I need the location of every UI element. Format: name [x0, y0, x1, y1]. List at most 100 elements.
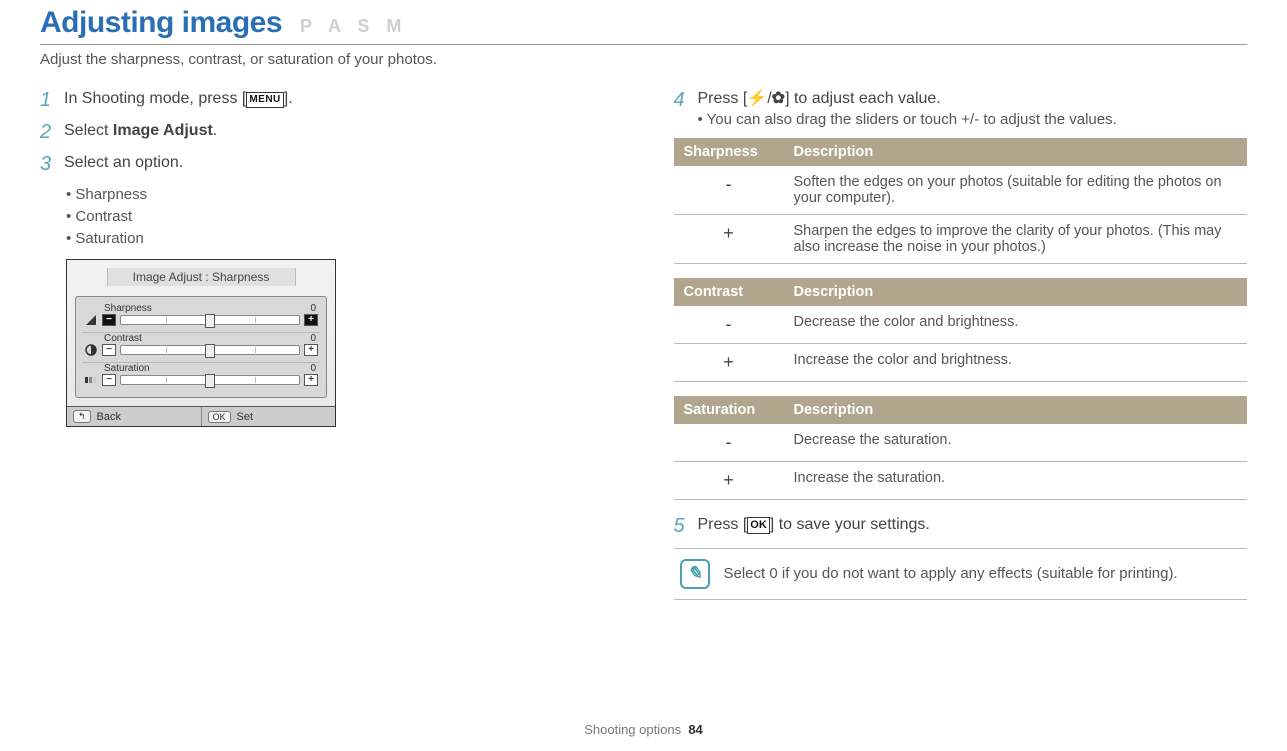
list-item: Saturation: [66, 228, 614, 250]
set-label: Set: [237, 411, 254, 423]
desc-cell: Increase the color and brightness.: [784, 343, 1248, 381]
step-text: Select an option.: [64, 152, 183, 174]
symbol-cell: +: [674, 214, 784, 263]
step-text: Press [⚡/✿] to adjust each value. You ca…: [698, 88, 1117, 130]
right-column: 4 Press [⚡/✿] to adjust each value. You …: [674, 88, 1248, 600]
table-row: +Increase the color and brightness.: [674, 343, 1248, 381]
slider-row-saturation: Saturation 0 − +: [82, 363, 320, 393]
ok-key-icon: OK: [208, 411, 231, 423]
minus-button[interactable]: −: [102, 374, 116, 386]
slider-row-sharpness: Sharpness 0 − +: [82, 303, 320, 333]
left-column: 1 In Shooting mode, press [MENU]. 2 Sele…: [40, 88, 614, 600]
set-button[interactable]: OK Set: [202, 407, 336, 426]
sharpness-table: SharpnessDescription -Soften the edges o…: [674, 138, 1248, 264]
step-number: 2: [40, 120, 54, 144]
slider-label: Sharpness: [104, 303, 152, 314]
note-icon: ✎: [680, 559, 710, 589]
back-key-icon: ↰: [73, 410, 91, 423]
menu-icon: MENU: [246, 92, 283, 108]
minus-button[interactable]: −: [102, 314, 116, 326]
saturation-table: SaturationDescription -Decrease the satu…: [674, 396, 1248, 500]
desc-cell: Decrease the color and brightness.: [784, 306, 1248, 344]
step2-pre: Select: [64, 122, 113, 139]
step-text: Press [OK] to save your settings.: [698, 514, 930, 536]
step-number: 5: [674, 514, 688, 538]
desc-cell: Increase the saturation.: [784, 461, 1248, 499]
table-header: Saturation: [674, 396, 784, 424]
note-box: ✎ Select 0 if you do not want to apply a…: [674, 548, 1248, 600]
camera-screen-preview: Image Adjust : Sharpness Sharpness 0 − +: [66, 259, 336, 427]
step1-post: ].: [284, 90, 293, 107]
step5-pre: Press [: [698, 516, 748, 533]
saturation-icon: [84, 373, 98, 387]
flash-icon: ⚡: [747, 90, 767, 107]
slider-track[interactable]: [120, 375, 300, 385]
slider-value: 0: [310, 363, 316, 374]
table-header: Description: [784, 396, 1248, 424]
step-number: 3: [40, 152, 54, 176]
slider-handle[interactable]: [205, 314, 215, 328]
table-header: Contrast: [674, 278, 784, 306]
desc-cell: Soften the edges on your photos (suitabl…: [784, 166, 1248, 215]
footer-section: Shooting options: [584, 722, 681, 737]
table-row: -Decrease the saturation.: [674, 424, 1248, 462]
back-button[interactable]: ↰ Back: [67, 407, 202, 426]
panel-footer: ↰ Back OK Set: [67, 406, 335, 426]
slider-handle[interactable]: [205, 374, 215, 388]
step4-pre: Press [: [698, 90, 748, 107]
slider-value: 0: [310, 303, 316, 314]
step4-post: ] to adjust each value.: [785, 90, 941, 107]
minus-button[interactable]: −: [102, 344, 116, 356]
step-number: 4: [674, 88, 688, 112]
timer-icon: ✿: [772, 90, 785, 107]
option-list: Sharpness Contrast Saturation: [66, 184, 614, 249]
ok-icon: OK: [747, 517, 770, 534]
page-number: 84: [688, 722, 702, 737]
slider-group: Sharpness 0 − + Contrast 0: [75, 296, 327, 398]
contrast-icon: [84, 343, 98, 357]
table-header: Description: [784, 138, 1248, 166]
symbol-cell: +: [674, 343, 784, 381]
desc-cell: Decrease the saturation.: [784, 424, 1248, 462]
plus-button[interactable]: +: [304, 344, 318, 356]
list-item: Contrast: [66, 206, 614, 228]
step2-post: .: [213, 122, 217, 139]
slider-label: Saturation: [104, 363, 150, 374]
step-number: 1: [40, 88, 54, 112]
plus-button[interactable]: +: [304, 374, 318, 386]
slider-value: 0: [310, 333, 316, 344]
list-item: Sharpness: [66, 184, 614, 206]
step-text: Select Image Adjust.: [64, 120, 217, 142]
table-row: +Increase the saturation.: [674, 461, 1248, 499]
table-header: Description: [784, 278, 1248, 306]
step1-pre: In Shooting mode, press [: [64, 90, 246, 107]
mode-indicators: P A S M: [300, 16, 407, 37]
contrast-table: ContrastDescription -Decrease the color …: [674, 278, 1248, 382]
table-header: Sharpness: [674, 138, 784, 166]
table-row: -Decrease the color and brightness.: [674, 306, 1248, 344]
page-title: Adjusting images: [40, 6, 282, 40]
panel-title: Image Adjust : Sharpness: [107, 268, 296, 286]
step5-post: ] to save your settings.: [770, 516, 930, 533]
slider-row-contrast: Contrast 0 − +: [82, 333, 320, 363]
symbol-cell: -: [674, 306, 784, 344]
symbol-cell: -: [674, 424, 784, 462]
step-text: In Shooting mode, press [MENU].: [64, 88, 293, 110]
page-footer: Shooting options 84: [0, 722, 1287, 737]
slider-track[interactable]: [120, 315, 300, 325]
table-row: -Soften the edges on your photos (suitab…: [674, 166, 1248, 215]
sharpness-icon: [84, 313, 98, 327]
step2-bold: Image Adjust: [113, 122, 213, 139]
slider-label: Contrast: [104, 333, 142, 344]
slider-track[interactable]: [120, 345, 300, 355]
note-text: Select 0 if you do not want to apply any…: [724, 565, 1178, 582]
plus-button[interactable]: +: [304, 314, 318, 326]
back-label: Back: [97, 411, 121, 423]
symbol-cell: -: [674, 166, 784, 215]
slider-handle[interactable]: [205, 344, 215, 358]
title-divider: [40, 44, 1247, 45]
page-subtitle: Adjust the sharpness, contrast, or satur…: [40, 51, 1247, 68]
desc-cell: Sharpen the edges to improve the clarity…: [784, 214, 1248, 263]
symbol-cell: +: [674, 461, 784, 499]
step4-substep: You can also drag the sliders or touch +…: [698, 110, 1117, 130]
